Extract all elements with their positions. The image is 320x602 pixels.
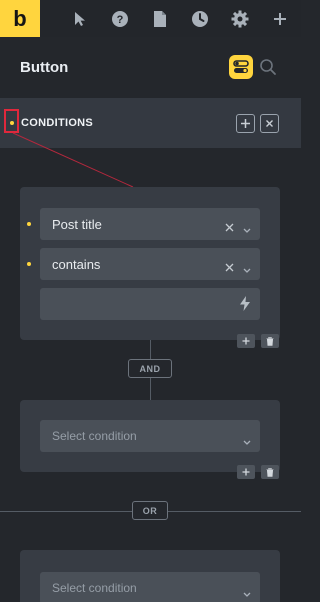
condition-value-input[interactable]: [40, 288, 260, 320]
trash-icon[interactable]: [261, 465, 279, 479]
condition-group-1: Post title contains: [20, 187, 280, 340]
or-connector: OR: [132, 501, 168, 520]
clear-icon[interactable]: [225, 259, 234, 277]
select-condition-placeholder: Select condition: [52, 429, 137, 443]
add-condition-button[interactable]: [237, 465, 255, 479]
dynamic-data-icon[interactable]: [240, 296, 250, 316]
and-connector: AND: [128, 359, 172, 378]
chevron-down-icon: [243, 261, 251, 279]
clear-icon[interactable]: [225, 219, 234, 237]
chevron-down-icon: [243, 585, 251, 602]
chevron-down-icon: [243, 433, 251, 451]
select-condition-placeholder: Select condition: [52, 581, 137, 595]
select-condition-dropdown[interactable]: Select condition: [40, 420, 260, 452]
row-indicator-dot: [27, 222, 31, 226]
row-indicator-dot: [27, 262, 31, 266]
chevron-down-icon: [243, 221, 251, 239]
condition-compare-value: contains: [52, 257, 101, 272]
builder-panel: b ? Button CONDITIONS Post title contain…: [0, 0, 301, 602]
add-condition-button[interactable]: [237, 334, 255, 348]
select-condition-dropdown[interactable]: Select condition: [40, 572, 260, 602]
condition-group-3: Select condition: [20, 550, 280, 602]
trash-icon[interactable]: [261, 334, 279, 348]
condition-group-2: Select condition: [20, 400, 280, 472]
condition-compare-select[interactable]: contains: [40, 248, 260, 280]
condition-key-select[interactable]: Post title: [40, 208, 260, 240]
condition-key-value: Post title: [52, 217, 102, 232]
